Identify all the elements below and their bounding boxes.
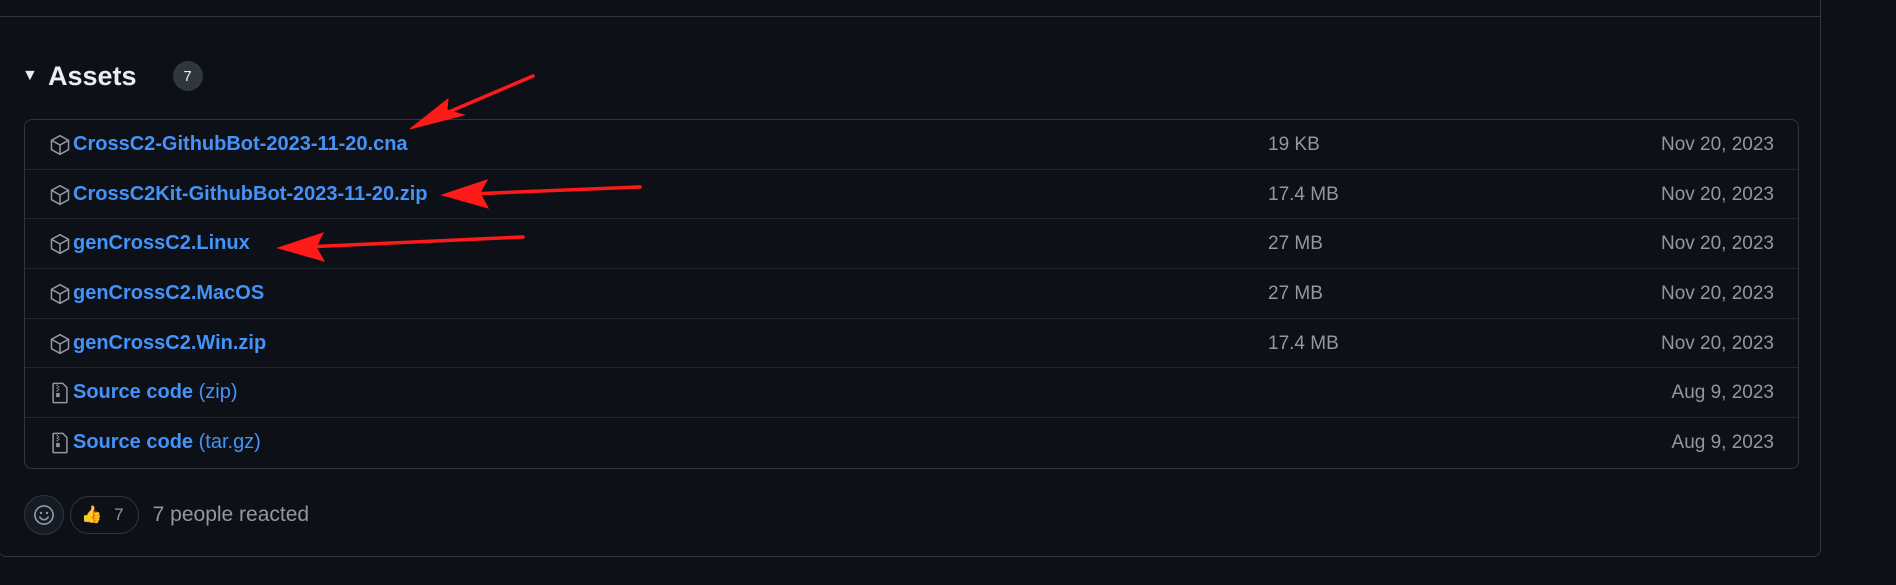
asset-row: Source code (zip) Aug 9, 2023 xyxy=(25,368,1798,419)
asset-row: genCrossC2.Linux 27 MB Nov 20, 2023 xyxy=(25,219,1798,270)
asset-date: Nov 20, 2023 xyxy=(1660,233,1774,255)
reactions-bar: 👍 7 7 people reacted xyxy=(24,495,309,535)
package-icon xyxy=(50,283,70,305)
asset-date: Nov 20, 2023 xyxy=(1660,332,1774,354)
thumbs-up-icon: 👍 xyxy=(81,505,103,524)
divider xyxy=(0,16,1820,17)
asset-size: 19 KB xyxy=(1268,134,1320,155)
asset-date: Nov 20, 2023 xyxy=(1660,183,1774,205)
asset-size: 27 MB xyxy=(1268,283,1323,305)
asset-row: Source code (tar.gz) Aug 9, 2023 xyxy=(25,418,1798,468)
asset-size: 17.4 MB xyxy=(1268,183,1339,205)
asset-link[interactable]: Source code (tar.gz) xyxy=(73,431,261,454)
asset-row: genCrossC2.Win.zip 17.4 MB Nov 20, 2023 xyxy=(25,319,1798,369)
assets-count-badge: 7 xyxy=(172,61,203,91)
asset-size: 27 MB xyxy=(1268,233,1323,255)
asset-row: genCrossC2.MacOS 27 MB Nov 20, 2023 xyxy=(25,269,1798,319)
asset-date: Aug 9, 2023 xyxy=(1671,382,1774,404)
package-icon xyxy=(50,134,70,156)
asset-link[interactable]: CrossC2Kit-GithubBot-2023-11-20.zip xyxy=(73,183,428,206)
assets-title: Assets xyxy=(48,60,137,91)
smiley-icon xyxy=(34,505,54,525)
asset-date: Nov 20, 2023 xyxy=(1660,134,1774,155)
asset-link[interactable]: genCrossC2.Win.zip xyxy=(73,332,266,355)
file-zip-icon xyxy=(52,432,68,454)
asset-row: CrossC2-GithubBot-2023-11-20.cna 19 KB N… xyxy=(25,120,1798,170)
asset-link[interactable]: CrossC2-GithubBot-2023-11-20.cna xyxy=(73,133,408,156)
asset-date: Aug 9, 2023 xyxy=(1671,432,1774,454)
reactions-summary: 7 people reacted xyxy=(152,503,310,526)
asset-date: Nov 20, 2023 xyxy=(1660,283,1774,305)
add-reaction-button[interactable] xyxy=(24,495,64,535)
assets-header[interactable]: ▼ Assets 7 xyxy=(22,56,203,96)
asset-link[interactable]: genCrossC2.MacOS xyxy=(73,282,264,305)
asset-size: 17.4 MB xyxy=(1268,332,1339,354)
reaction-count: 7 xyxy=(114,505,124,524)
asset-row: CrossC2Kit-GithubBot-2023-11-20.zip 17.4… xyxy=(25,170,1798,220)
package-icon xyxy=(50,184,70,205)
package-icon xyxy=(50,234,70,255)
asset-link[interactable]: genCrossC2.Linux xyxy=(73,232,250,255)
caret-down-icon[interactable]: ▼ xyxy=(22,67,46,85)
assets-list: CrossC2-GithubBot-2023-11-20.cna 19 KB N… xyxy=(24,119,1799,469)
asset-link[interactable]: Source code (zip) xyxy=(73,381,238,404)
thumbs-up-reaction[interactable]: 👍 7 xyxy=(70,496,139,534)
file-zip-icon xyxy=(52,383,68,404)
package-icon xyxy=(50,333,70,354)
